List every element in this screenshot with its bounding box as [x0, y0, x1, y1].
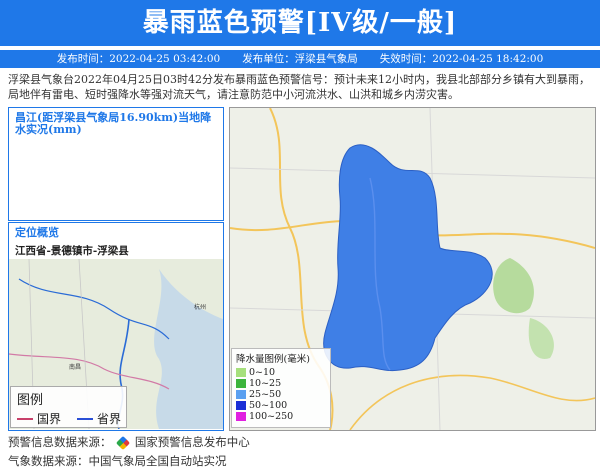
rain-legend-label: 100~250: [249, 411, 294, 422]
provincial-border-swatch: [77, 417, 94, 420]
rain-legend-item: 50~100: [236, 400, 330, 411]
rain-legend-item: 25~50: [236, 389, 330, 400]
footer-source-2: 气象数据来源：中国气象局全国自动站实况: [8, 454, 227, 468]
city-label-hangzhou: 杭州: [194, 303, 206, 311]
location-panel-title: 定位概览: [15, 226, 59, 239]
national-border-swatch: [17, 417, 33, 420]
rain-legend-swatch: [236, 368, 246, 377]
rain-legend-swatch: [236, 412, 246, 421]
provincial-border-label: 省界: [97, 412, 122, 426]
rain-legend-swatch: [236, 390, 246, 399]
location-text: 江西省-景德镇市-浮梁县: [15, 245, 129, 257]
rain-legend-label: 0~10: [249, 367, 276, 378]
meta-bar: 发布时间：2022-04-25 03:42:00 发布单位：浮梁县气象局 失效时…: [0, 50, 600, 68]
rain-legend-title: 降水量图例(毫米): [236, 354, 310, 365]
national-border-label: 国界: [37, 412, 62, 426]
rain-legend-label: 25~50: [249, 389, 282, 400]
rainfall-panel: 昌江(距浮梁县气象局16.90km)当地降水实况(mm): [8, 107, 224, 221]
publish-time: 发布时间：2022-04-25 03:42:00: [56, 53, 221, 65]
rain-legend: 降水量图例(毫米) 0~10 10~25 25~50 50~100 100~250: [231, 348, 331, 428]
warning-center-icon: [116, 435, 131, 451]
location-legend-title: 图例: [17, 393, 44, 408]
footer-source-1-name[interactable]: 国家预警信息发布中心: [135, 435, 250, 449]
publisher: 发布单位：浮梁县气象局: [242, 53, 358, 65]
rain-legend-swatch: [236, 379, 246, 388]
footer-source-1-label: 预警信息数据来源：: [8, 435, 112, 449]
expire-time: 失效时间：2022-04-25 18:42:00: [379, 53, 544, 65]
rain-legend-label: 50~100: [249, 400, 288, 411]
city-label-nanchang: 南昌: [69, 363, 81, 371]
rain-legend-item: 10~25: [236, 378, 330, 389]
page-title: 暴雨蓝色预警[IV级/一般]: [0, 0, 600, 46]
location-legend: 图例 国界 省界: [10, 386, 127, 428]
rain-legend-label: 10~25: [249, 378, 282, 389]
footer-source-1: 预警信息数据来源： 国家预警信息发布中心: [8, 434, 250, 451]
rain-legend-item: 100~250: [236, 411, 330, 422]
rainfall-panel-title: 昌江(距浮梁县气象局16.90km)当地降水实况(mm): [15, 111, 212, 136]
rain-legend-swatch: [236, 401, 246, 410]
rain-legend-item: 0~10: [236, 367, 330, 378]
warning-description: 浮梁县气象台2022年04月25日03时42分发布暴雨蓝色预警信号：预计未来12…: [8, 73, 590, 101]
